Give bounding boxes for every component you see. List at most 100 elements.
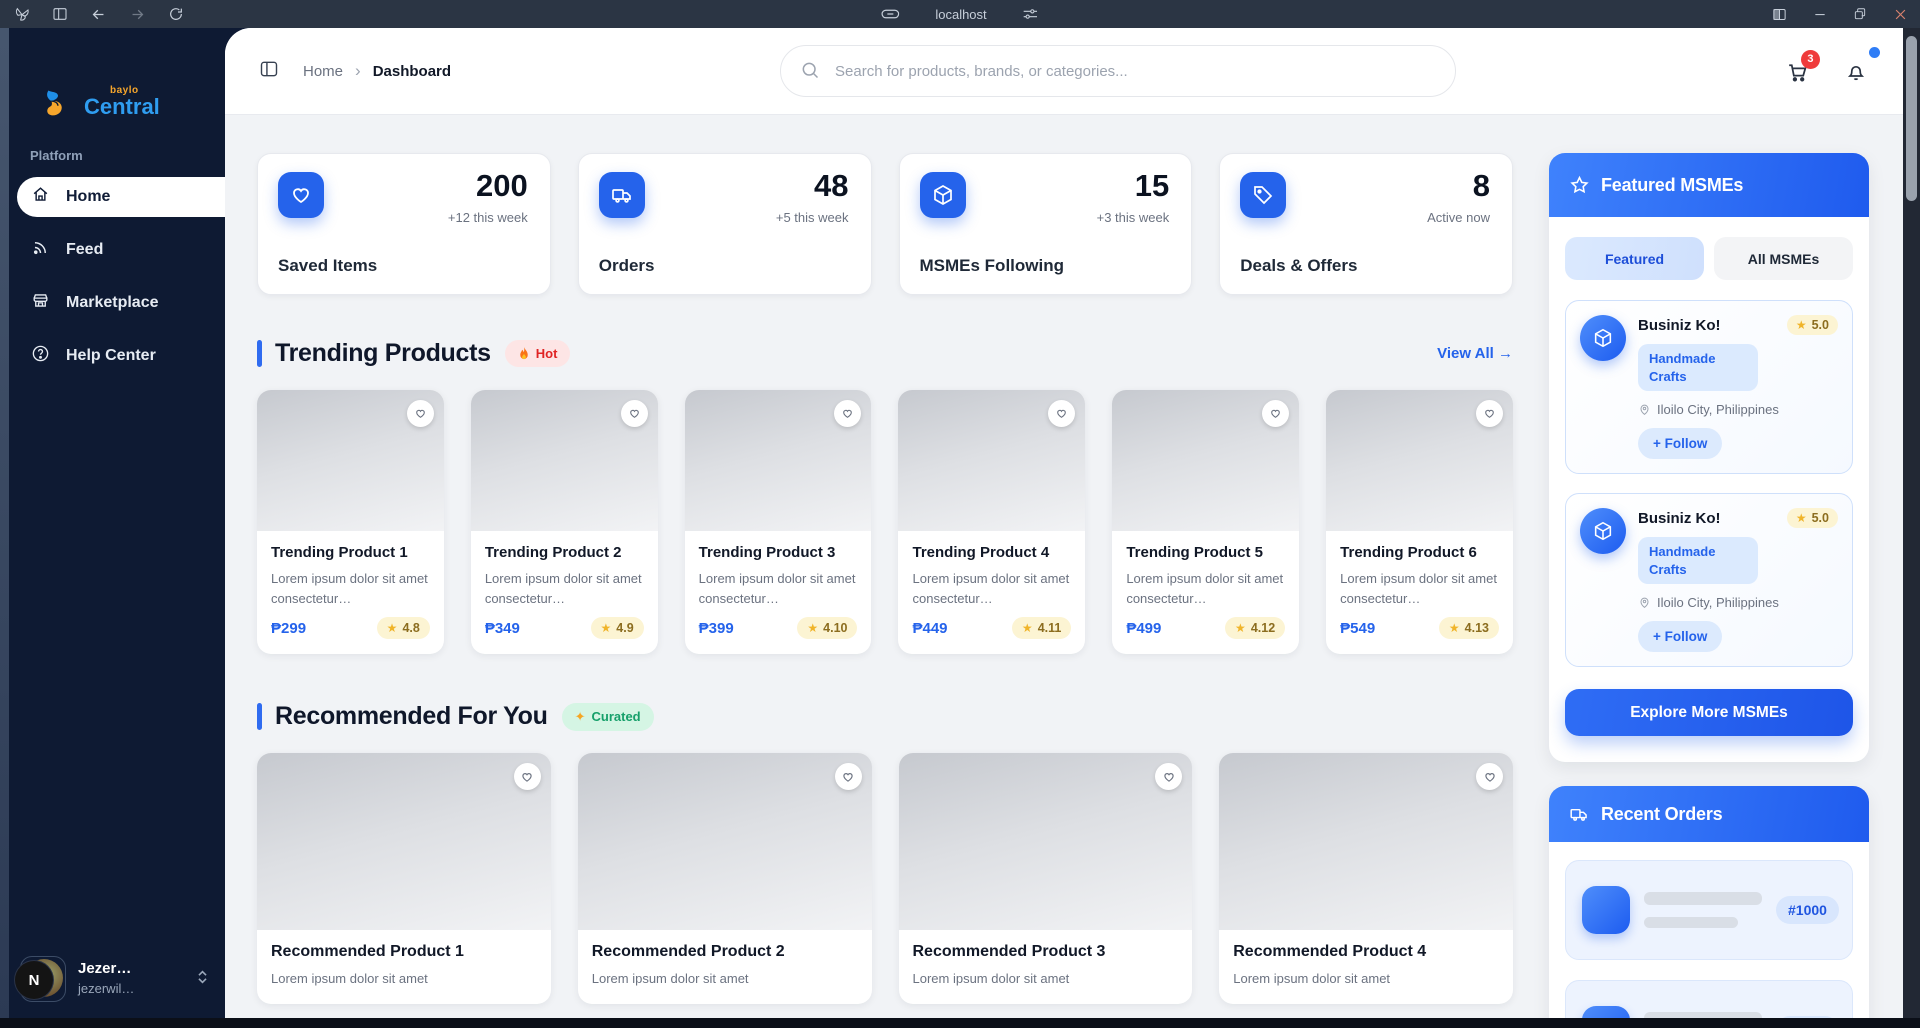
product-price: ₱399	[699, 620, 734, 637]
product-image	[257, 753, 551, 930]
app-logo[interactable]: baylo Central	[0, 28, 225, 120]
product-card[interactable]: Recommended Product 1 Lorem ipsum dolor …	[257, 753, 551, 1004]
sidebar-item-marketplace[interactable]: Marketplace	[17, 283, 225, 323]
page: localhost	[0, 0, 1920, 1028]
product-desc: Lorem ipsum dolor sit amet consectetur…	[699, 569, 858, 608]
sidebar-item-help-center[interactable]: Help Center	[17, 336, 225, 376]
sidebar-item-label: Feed	[66, 241, 103, 259]
forward-icon[interactable]	[129, 6, 146, 23]
favorite-button[interactable]	[514, 763, 541, 790]
star-icon: ★	[1449, 621, 1460, 635]
msme-card[interactable]: Businiz Ko! ★5.0 Handmade Crafts	[1565, 493, 1853, 667]
cart-button[interactable]: 3	[1785, 59, 1810, 84]
favorite-button[interactable]	[1262, 400, 1289, 427]
window-bottom-edge	[0, 1018, 1920, 1028]
home-icon	[31, 185, 50, 209]
favorite-button[interactable]	[407, 400, 434, 427]
heart-icon	[1162, 770, 1176, 784]
favorite-button[interactable]	[1476, 763, 1503, 790]
breadcrumb-home[interactable]: Home	[303, 63, 343, 80]
stat-sub: +12 this week	[448, 210, 528, 225]
rating-badge: ★4.9	[591, 617, 644, 639]
site-permissions-icon[interactable]	[881, 8, 899, 20]
breadcrumb: Home › Dashboard	[303, 61, 451, 81]
minimize-icon[interactable]	[1813, 7, 1827, 21]
url-text[interactable]: localhost	[935, 7, 986, 22]
section-accent-bar	[257, 703, 262, 730]
follow-button[interactable]: + Follow	[1638, 428, 1722, 459]
tab-featured[interactable]: Featured	[1565, 237, 1704, 280]
recent-orders-title: Recent Orders	[1601, 804, 1722, 825]
favorite-button[interactable]	[1048, 400, 1075, 427]
notifications-button[interactable]	[1844, 59, 1868, 83]
sidebar-edge-strip	[0, 28, 9, 1028]
restore-icon[interactable]	[1853, 7, 1867, 21]
favorite-button[interactable]	[835, 763, 862, 790]
msme-avatar-cube-icon	[1580, 315, 1626, 361]
recommended-products-grid: Recommended Product 1 Lorem ipsum dolor …	[257, 753, 1513, 1004]
favorite-button[interactable]	[1155, 763, 1182, 790]
stat-label: Saved Items	[278, 256, 377, 276]
msme-category-badge: Handmade Crafts	[1638, 344, 1758, 391]
sidebar: baylo Central Platform Home	[0, 28, 225, 1028]
product-card[interactable]: Recommended Product 3 Lorem ipsum dolor …	[899, 753, 1193, 1004]
trending-section-header: Trending Products Hot View All →	[257, 339, 1513, 368]
tab-all-msmes[interactable]: All MSMEs	[1714, 237, 1853, 280]
product-card[interactable]: Recommended Product 4 Lorem ipsum dolor …	[1219, 753, 1513, 1004]
section-accent-bar	[257, 340, 262, 367]
favorite-button[interactable]	[621, 400, 648, 427]
star-icon: ★	[387, 621, 398, 635]
product-desc: Lorem ipsum dolor sit amet consectetur…	[912, 569, 1071, 608]
user-profile[interactable]: N Jezer… jezerwil…	[0, 942, 225, 1028]
browser-panel-icon[interactable]	[1772, 7, 1787, 22]
favorite-button[interactable]	[1476, 400, 1503, 427]
browser-sidebar-icon[interactable]	[52, 6, 68, 22]
product-price: ₱499	[1126, 620, 1161, 637]
breadcrumb-current[interactable]: Dashboard	[373, 63, 451, 80]
user-name: Jezer…	[78, 960, 131, 977]
product-card[interactable]: Trending Product 2 Lorem ipsum dolor sit…	[471, 390, 658, 654]
product-title: Trending Product 1	[271, 544, 430, 561]
explore-more-msmes-button[interactable]: Explore More MSMEs	[1565, 689, 1853, 736]
search-input[interactable]	[780, 45, 1456, 97]
product-image	[578, 753, 872, 930]
product-card[interactable]: Trending Product 6 Lorem ipsum dolor sit…	[1326, 390, 1513, 654]
msme-name: Businiz Ko!	[1638, 317, 1721, 334]
sidebar-item-feed[interactable]: Feed	[17, 230, 225, 270]
product-card[interactable]: Trending Product 1 Lorem ipsum dolor sit…	[257, 390, 444, 654]
follow-button[interactable]: + Follow	[1638, 621, 1722, 652]
product-title: Trending Product 4	[912, 544, 1071, 561]
sidebar-item-home[interactable]: Home	[17, 177, 225, 217]
product-price: ₱549	[1340, 620, 1375, 637]
sidebar-item-label: Home	[66, 188, 110, 206]
product-card[interactable]: Trending Product 3 Lorem ipsum dolor sit…	[685, 390, 872, 654]
heart-icon	[1055, 407, 1068, 420]
product-card[interactable]: Recommended Product 2 Lorem ipsum dolor …	[578, 753, 872, 1004]
stat-card-orders: 48 +5 this week Orders	[578, 153, 872, 295]
product-image	[1219, 753, 1513, 930]
star-icon: ★	[1796, 511, 1807, 525]
tuning-icon[interactable]	[1023, 7, 1039, 21]
notification-dot	[1869, 47, 1880, 58]
product-card[interactable]: Trending Product 5 Lorem ipsum dolor sit…	[1112, 390, 1299, 654]
back-icon[interactable]	[90, 6, 107, 23]
product-desc: Lorem ipsum dolor sit amet consectetur…	[1126, 569, 1285, 608]
main-area: Home › Dashboard	[225, 28, 1920, 1028]
star-icon: ★	[807, 621, 818, 635]
favorite-button[interactable]	[834, 400, 861, 427]
browser-app-icon[interactable]	[14, 6, 30, 22]
recent-orders-header: Recent Orders	[1549, 786, 1869, 842]
browser-chrome: localhost	[0, 0, 1920, 28]
reload-icon[interactable]	[168, 6, 184, 22]
scrollbar-thumb[interactable]	[1906, 36, 1917, 201]
product-card[interactable]: Trending Product 4 Lorem ipsum dolor sit…	[898, 390, 1085, 654]
truck-icon	[1569, 804, 1590, 825]
bell-icon	[1844, 59, 1868, 83]
order-row[interactable]: #1000	[1565, 860, 1853, 960]
close-icon[interactable]	[1893, 7, 1908, 22]
view-all-link[interactable]: View All →	[1437, 345, 1513, 362]
msme-card[interactable]: Businiz Ko! ★5.0 Handmade Crafts	[1565, 300, 1853, 474]
topbar: Home › Dashboard	[225, 28, 1920, 115]
chevron-up-down-icon[interactable]	[196, 969, 209, 990]
sidebar-toggle-icon[interactable]	[259, 59, 279, 84]
